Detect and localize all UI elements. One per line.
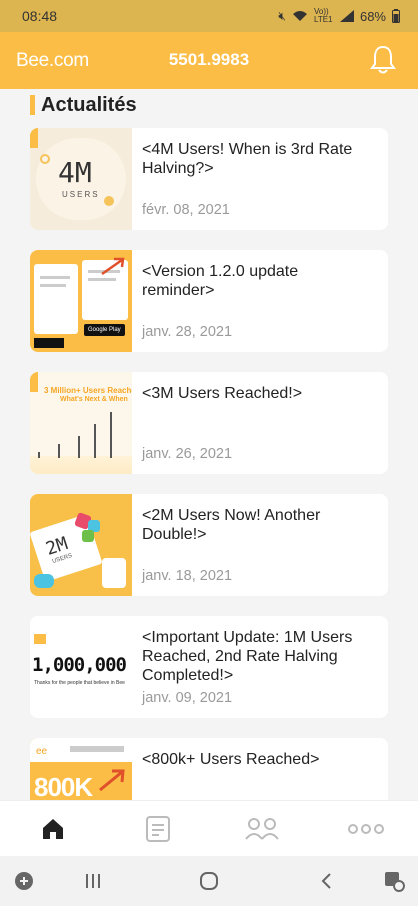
back-button[interactable] xyxy=(312,868,340,894)
news-title: <2M Users Now! Another Double!> xyxy=(142,507,321,543)
status-icons: 🔇︎ Vo)) LTE1 68% xyxy=(278,8,400,24)
thumb-1m-text: 1,000,000 xyxy=(32,654,127,676)
home-button[interactable] xyxy=(195,868,223,894)
recents-icon xyxy=(86,874,100,888)
news-card[interactable]: ee 800K <800k+ Users Reached> xyxy=(30,738,388,800)
news-card[interactable]: Google Play <Version 1.2.0 update remind… xyxy=(30,250,388,352)
section-title: Actualités xyxy=(30,92,137,118)
thumb-800k-badge: ee xyxy=(36,746,48,757)
thumb-4m-sub: USERS xyxy=(62,190,100,199)
news-card[interactable]: 3 Million+ Users Reached What's Next & W… xyxy=(30,372,388,474)
keyboard-icon xyxy=(385,872,405,892)
system-nav-bar xyxy=(0,856,418,906)
thumb-4m-text: 4M xyxy=(58,156,92,189)
news-date: janv. 09, 2021 xyxy=(142,690,233,706)
news-feed[interactable]: 4M USERS <4M Users! When is 3rd Rate Hal… xyxy=(30,128,388,800)
notification-bell-icon[interactable] xyxy=(368,44,398,76)
nav-more[interactable] xyxy=(346,811,386,847)
news-thumbnail-2m: 2M USERS xyxy=(30,494,132,596)
section-accent-bar xyxy=(30,95,35,115)
keyboard-button[interactable] xyxy=(380,868,408,894)
news-card[interactable]: 4M USERS <4M Users! When is 3rd Rate Hal… xyxy=(30,128,388,230)
nav-news[interactable] xyxy=(138,811,178,847)
thumb-800k-text: 800K xyxy=(34,772,93,800)
status-bar: 08:48 🔇︎ Vo)) LTE1 68% xyxy=(0,0,418,32)
mute-icon: 🔇︎ xyxy=(278,8,286,23)
news-title: <Important Update: 1M Users Reached, 2nd… xyxy=(142,629,353,684)
news-date: janv. 26, 2021 xyxy=(142,446,233,462)
news-thumbnail-4m: 4M USERS xyxy=(30,128,132,230)
bottom-nav xyxy=(0,800,418,856)
news-thumbnail-1m: 1,000,000 Thanks for the people that bel… xyxy=(30,616,132,718)
news-card[interactable]: 1,000,000 Thanks for the people that bel… xyxy=(30,616,388,718)
network-label: Vo)) LTE1 xyxy=(313,7,333,24)
thumb-800k-arrow-icon xyxy=(99,769,125,792)
team-icon xyxy=(245,818,279,840)
section-title-text: Actualités xyxy=(41,93,137,116)
battery-level: 68% xyxy=(359,8,386,24)
home-icon xyxy=(43,819,63,839)
nav-team[interactable] xyxy=(242,811,282,847)
wifi-icon xyxy=(292,11,307,21)
thumb-3m-sub: What's Next & When xyxy=(60,396,128,403)
news-title: <3M Users Reached!> xyxy=(142,385,303,402)
news-thumbnail-3m: 3 Million+ Users Reached What's Next & W… xyxy=(30,372,132,474)
news-date: janv. 18, 2021 xyxy=(142,568,233,584)
brand-logo: Bee.com xyxy=(16,50,89,71)
news-date: janv. 28, 2021 xyxy=(142,324,233,340)
battery-icon xyxy=(392,9,400,23)
status-time: 08:48 xyxy=(22,8,58,24)
back-icon xyxy=(321,873,331,889)
more-dots-icon xyxy=(348,824,384,834)
thumb-3m-text: 3 Million+ Users Reached xyxy=(44,386,132,395)
recents-button[interactable] xyxy=(79,868,107,894)
news-date: févr. 08, 2021 xyxy=(142,202,230,218)
news-thumbnail-update: Google Play xyxy=(30,250,132,352)
news-title: <800k+ Users Reached> xyxy=(142,751,320,768)
home-circle-icon xyxy=(200,872,218,890)
thumb-arrow-icon xyxy=(101,257,125,276)
nav-home[interactable] xyxy=(33,811,73,847)
document-icon xyxy=(146,816,170,842)
thumb-1m-sub: Thanks for the people that believe in Be… xyxy=(34,680,125,686)
news-thumbnail-800k: ee 800K xyxy=(30,738,132,800)
app-header: Bee.com 5501.9983 xyxy=(0,32,418,89)
news-card[interactable]: 2M USERS <2M Users Now! Another Double!>… xyxy=(30,494,388,596)
game-launcher-button[interactable] xyxy=(10,868,38,894)
news-title: <Version 1.2.0 update reminder> xyxy=(142,263,299,299)
gamepad-icon xyxy=(15,872,33,890)
thumb-badge: Google Play xyxy=(84,324,125,336)
signal-icon xyxy=(339,10,354,22)
news-title: <4M Users! When is 3rd Rate Halving?> xyxy=(142,141,353,177)
